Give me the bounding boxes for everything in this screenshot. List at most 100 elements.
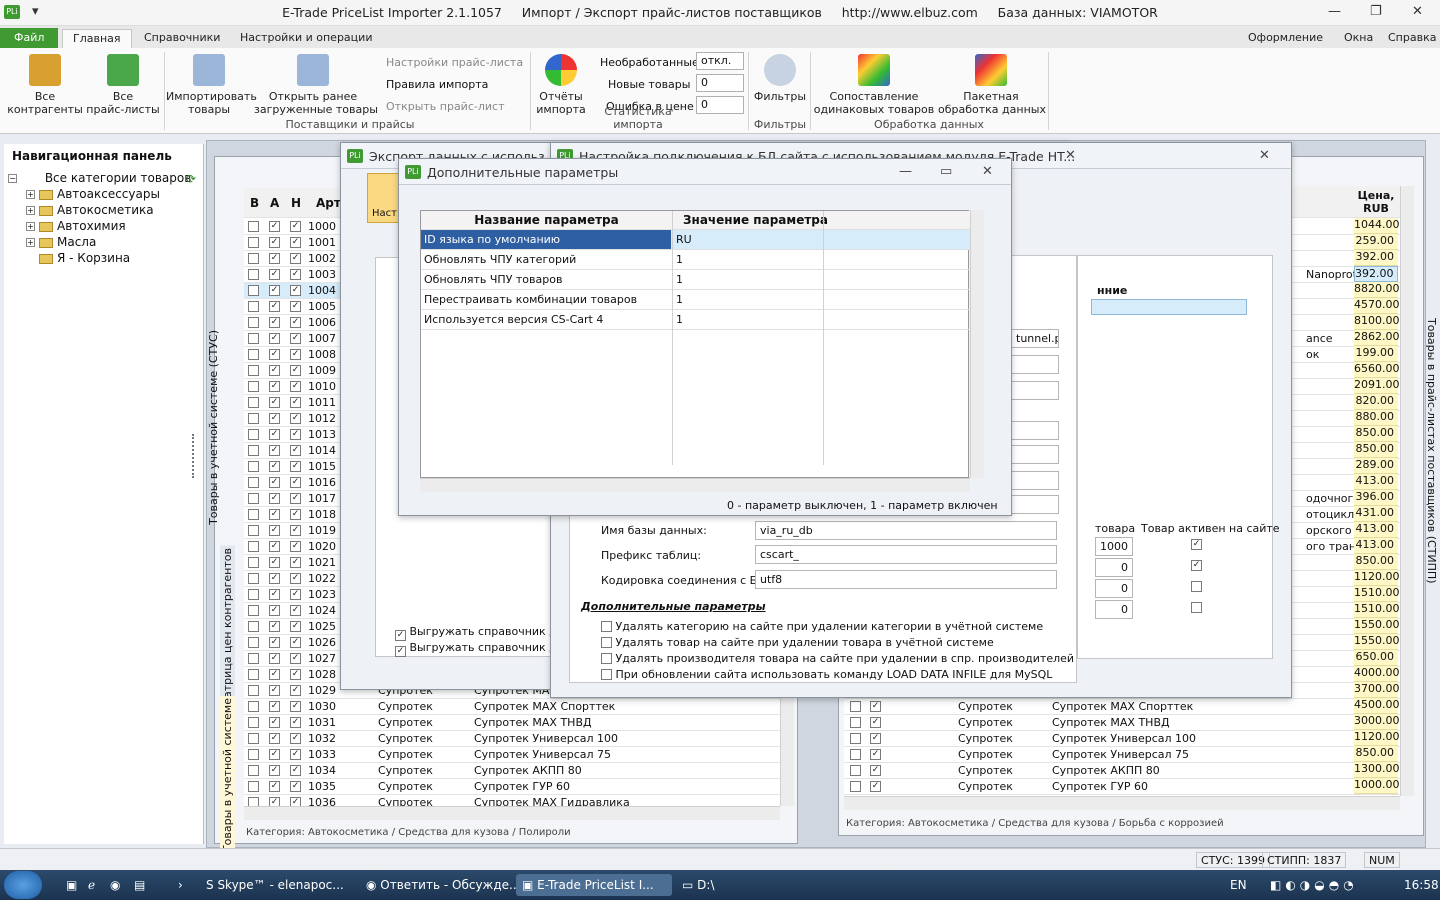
checkbox-a[interactable]: ✓: [269, 477, 280, 488]
db-right-selected-row[interactable]: [1091, 299, 1247, 315]
checkbox-a[interactable]: ✓: [269, 717, 280, 728]
params-vscroll[interactable]: [970, 210, 984, 478]
checkbox-a[interactable]: ✓: [269, 253, 280, 264]
opt-delete-category[interactable]: Удалять категорию на сайте при удалении …: [601, 619, 1043, 633]
expand-icon[interactable]: +: [26, 190, 35, 199]
db-name-field[interactable]: via_ru_db: [755, 521, 1057, 540]
checkbox[interactable]: [850, 733, 861, 744]
maximize-icon[interactable]: ▭: [940, 164, 952, 179]
checkbox[interactable]: [850, 701, 861, 712]
checkbox-v[interactable]: [248, 605, 259, 616]
checkbox-v[interactable]: [248, 573, 259, 584]
pricelist-settings-button[interactable]: Настройки прайс-листа: [386, 56, 523, 69]
checkbox[interactable]: [850, 749, 861, 760]
checkbox-a[interactable]: ✓: [269, 541, 280, 552]
checkbox-n[interactable]: ✓: [290, 445, 301, 456]
unprocessed-field[interactable]: откл.: [696, 52, 744, 70]
checkbox[interactable]: [850, 717, 861, 728]
nav-root[interactable]: − Все категории товаров: [8, 171, 191, 185]
checkbox-v[interactable]: [248, 477, 259, 488]
checkbox-n[interactable]: ✓: [290, 765, 301, 776]
checkbox-v[interactable]: [248, 333, 259, 344]
checkbox-a[interactable]: ✓: [269, 781, 280, 792]
opt-delete-manufacturer[interactable]: Удалять производителя товара на сайте пр…: [601, 651, 1074, 665]
checkbox-a[interactable]: ✓: [269, 349, 280, 360]
checkbox-a[interactable]: ✓: [269, 413, 280, 424]
vtab-matrix[interactable]: Матрица цен контрагентов: [220, 546, 235, 710]
refresh-icon[interactable]: ⟳: [186, 172, 196, 186]
close-icon[interactable]: ✕: [1412, 4, 1423, 19]
checkbox-a[interactable]: ✓: [269, 301, 280, 312]
checkbox[interactable]: [850, 781, 861, 792]
checkbox-v[interactable]: [248, 541, 259, 552]
checkbox[interactable]: ✓: [395, 630, 406, 641]
checkbox[interactable]: ✓: [870, 765, 881, 776]
param-value[interactable]: 1: [676, 313, 816, 326]
checkbox-a[interactable]: ✓: [269, 509, 280, 520]
checkbox-a[interactable]: ✓: [269, 621, 280, 632]
checkbox-v[interactable]: [248, 509, 259, 520]
active-checkbox[interactable]: [1191, 581, 1202, 592]
checkbox-a[interactable]: ✓: [269, 285, 280, 296]
opt-load-data-infile[interactable]: При обновлении сайта использовать команд…: [601, 667, 1052, 681]
table-row[interactable]: ✓ ✓ 1033 Супротек Супротек Универсал 75: [244, 747, 780, 763]
checkbox-n[interactable]: ✓: [290, 237, 301, 248]
checkbox-v[interactable]: [248, 413, 259, 424]
checkbox-a[interactable]: ✓: [269, 397, 280, 408]
checkbox-v[interactable]: [248, 765, 259, 776]
checkbox-n[interactable]: ✓: [290, 397, 301, 408]
help-menu[interactable]: Справка: [1378, 29, 1440, 48]
tab-main[interactable]: Главная: [62, 29, 132, 48]
param-value[interactable]: 1: [676, 293, 816, 306]
checkbox-v[interactable]: [248, 349, 259, 360]
close-icon[interactable]: ✕: [1065, 148, 1076, 163]
checkbox-n[interactable]: ✓: [290, 509, 301, 520]
checkbox[interactable]: ✓: [395, 646, 406, 657]
checkbox-n[interactable]: ✓: [290, 701, 301, 712]
checkbox-a[interactable]: ✓: [269, 493, 280, 504]
checkbox-v[interactable]: [248, 381, 259, 392]
checkbox-v[interactable]: [248, 557, 259, 568]
checkbox-a[interactable]: ✓: [269, 749, 280, 760]
table-row[interactable]: ✓ Супротек Супротек Универсал 100 1120.00: [844, 730, 1400, 747]
blank-field[interactable]: [1011, 445, 1059, 464]
checkbox-n[interactable]: ✓: [290, 573, 301, 584]
col-header[interactable]: Арт: [316, 196, 341, 210]
checkbox-v[interactable]: [248, 221, 259, 232]
checkbox-a[interactable]: ✓: [269, 333, 280, 344]
checkbox-n[interactable]: ✓: [290, 429, 301, 440]
windows-menu[interactable]: Окна: [1334, 29, 1383, 48]
checkbox[interactable]: [601, 653, 612, 664]
table-row[interactable]: ✓ Супротек Супротек ГУР 60 1000.00: [844, 778, 1400, 795]
blank-field[interactable]: [1011, 381, 1059, 400]
checkbox-v[interactable]: [248, 589, 259, 600]
import-goods-button[interactable]: Импортировать товары: [166, 54, 257, 116]
right-grid-hscroll[interactable]: [844, 796, 1400, 810]
opt-delete-goods[interactable]: Удалять товар на сайте при удалении това…: [601, 635, 994, 649]
col-header[interactable]: В: [250, 196, 259, 210]
checkbox-v[interactable]: [248, 749, 259, 760]
table-row[interactable]: ✓ Супротек Супротек АКПП 80 1300.00: [844, 762, 1400, 779]
checkbox-a[interactable]: ✓: [269, 237, 280, 248]
language-indicator[interactable]: EN: [1224, 874, 1253, 896]
expand-icon[interactable]: +: [26, 206, 35, 215]
right-grid-vscroll[interactable]: [1400, 186, 1414, 796]
checkbox-v[interactable]: [248, 461, 259, 472]
checkbox-a[interactable]: ✓: [269, 765, 280, 776]
checkbox-v[interactable]: [248, 237, 259, 248]
blank-field[interactable]: [1011, 471, 1059, 490]
checkbox-v[interactable]: [248, 429, 259, 440]
table-row[interactable]: ✓ ✓ 1032 Супротек Супротек Универсал 100: [244, 731, 780, 747]
import-rules-button[interactable]: Правила импорта: [386, 78, 488, 91]
match-goods-button[interactable]: Сопоставление одинаковых товаров: [812, 54, 936, 116]
checkbox-n[interactable]: ✓: [290, 381, 301, 392]
taskbar-drive[interactable]: ▭ D:\: [676, 874, 736, 896]
desktop-icon[interactable]: ▣: [60, 874, 83, 896]
checkbox-v[interactable]: [248, 285, 259, 296]
checkbox-v[interactable]: [248, 701, 259, 712]
splitter-handle[interactable]: [192, 434, 198, 478]
checkbox[interactable]: [601, 621, 612, 632]
checkbox-n[interactable]: ✓: [290, 461, 301, 472]
new-goods-field[interactable]: 0: [696, 74, 744, 92]
checkbox-a[interactable]: ✓: [269, 669, 280, 680]
